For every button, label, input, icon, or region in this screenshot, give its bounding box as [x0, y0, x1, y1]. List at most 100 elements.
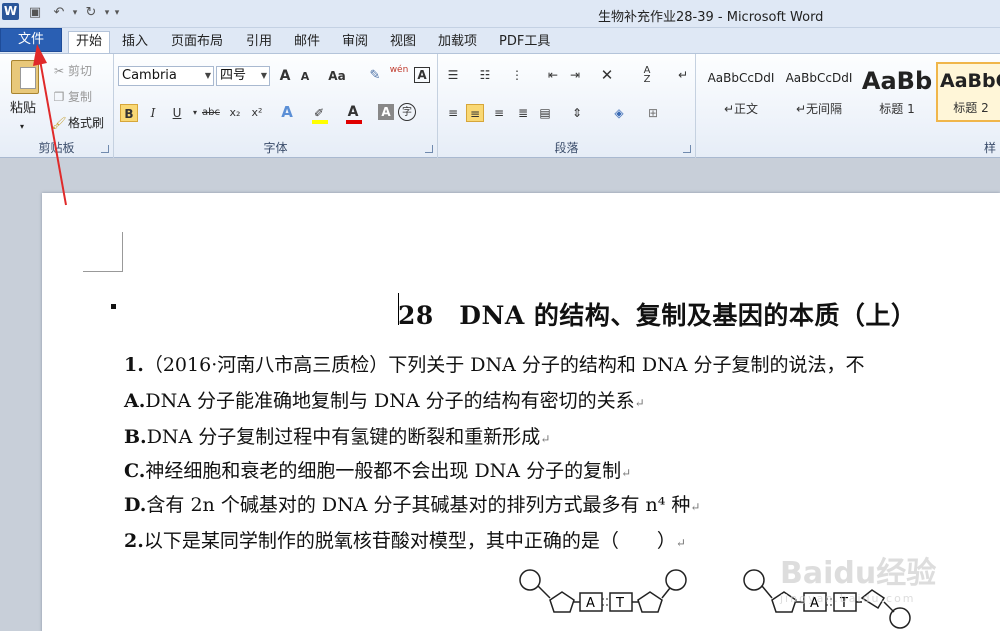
ribbon-tabs: 开始 插入 页面布局 引用 邮件 审阅 视图 加载项 PDF工具 [0, 28, 1000, 53]
option-letter: D. [124, 494, 147, 516]
option-text: 含有 2n 个碱基对的 DNA 分子其碱基对的排列方式最多有 n⁴ 种 [146, 494, 691, 516]
phonetic-guide-icon[interactable]: wén [388, 65, 410, 83]
bold-button[interactable]: B [120, 104, 138, 122]
paste-button[interactable]: 粘贴 ▾ [5, 58, 45, 136]
option-c: C.神经细胞和衰老的细胞一般都不会出现 DNA 分子的复制↵ [124, 456, 631, 483]
ribbon-home: 粘贴 ▾ ✂ 剪切 ❐ 复制 🖌 格式刷 剪贴板 Cambria ▼ 四号 ▼ A … [0, 53, 1000, 158]
customize-toolbar-icon[interactable]: ▾ [108, 4, 126, 22]
paste-label: 粘贴 [10, 101, 37, 116]
style-sample: AaBb [861, 67, 933, 95]
option-b: B.DNA 分子复制过程中有氢键的断裂和重新形成↵ [124, 422, 550, 449]
bullets-icon[interactable]: ☰ [444, 66, 462, 84]
paste-dropdown-icon[interactable]: ▾ [20, 118, 24, 136]
clipboard-icon [11, 60, 39, 94]
chevron-down-icon: ▼ [204, 71, 211, 80]
style-sample: AaBbCcDdI [785, 71, 853, 85]
enclose-char-button[interactable]: 字 [398, 103, 416, 121]
paragraph-mark: ↵ [540, 432, 551, 446]
word-app-icon[interactable]: W [2, 3, 19, 20]
option-letter: C. [124, 460, 146, 482]
clipboard-launcher-icon[interactable] [101, 145, 109, 153]
show-marks-icon[interactable]: ↵ [674, 66, 692, 84]
decrease-indent-icon[interactable]: ⇤ [544, 66, 562, 84]
title-bar: W ▣ ↶ ▾ ↻ ▾ ▾ 生物补充作业28-39 - Microsoft Wo… [0, 0, 1000, 28]
style-sample: AaBbCcDdI [707, 71, 775, 85]
style-normal[interactable]: AaBbCcDdI ↵正文 [702, 62, 780, 122]
style-name: 标题 2 [953, 101, 989, 115]
style-no-spacing[interactable]: AaBbCcDdI ↵无间隔 [780, 62, 858, 122]
tab-file[interactable]: 文件 [0, 28, 62, 52]
paragraph-launcher-icon[interactable] [683, 145, 691, 153]
distributed-icon[interactable]: ▤ [536, 104, 554, 122]
question-2: 2.以下是某同学制作的脱氧核苷酸对模型，其中正确的是（ ）↵ [124, 526, 686, 553]
tab-addins[interactable]: 加载项 [438, 32, 477, 53]
tab-references[interactable]: 引用 [246, 32, 272, 53]
tab-view[interactable]: 视图 [390, 32, 416, 53]
option-letter: A. [124, 390, 146, 412]
font-color-button[interactable]: A [344, 103, 362, 121]
cut-button[interactable]: 剪切 [68, 62, 92, 80]
word-window: W ▣ ↶ ▾ ↻ ▾ ▾ 生物补充作业28-39 - Microsoft Wo… [0, 0, 1000, 631]
shrink-font-icon[interactable]: A [296, 68, 314, 86]
change-case-icon[interactable]: Aa [324, 67, 350, 85]
save-icon[interactable]: ▣ [26, 4, 44, 22]
chevron-down-icon: ▼ [260, 71, 267, 80]
font-size-value: 四号 [220, 68, 247, 83]
heading-bullet-mark [111, 304, 116, 309]
italic-button[interactable]: I [144, 104, 162, 122]
text-effect-icon[interactable]: A [278, 103, 296, 121]
tab-home[interactable]: 开始 [68, 31, 110, 53]
char-shading-button[interactable]: A [378, 104, 394, 120]
styles-group-label: 样 [983, 141, 996, 155]
increase-indent-icon[interactable]: ⇥ [566, 66, 584, 84]
paragraph-group-label: 段落 [554, 141, 579, 155]
watermark: Baidu经验 jingyan.baidu.com [780, 548, 936, 605]
style-name: ↵无间隔 [795, 102, 843, 116]
tab-review[interactable]: 审阅 [342, 32, 368, 53]
highlight-color-bar [312, 120, 328, 124]
style-heading-2[interactable]: AaBbC 标题 2 [936, 62, 1000, 122]
align-right-icon[interactable]: ≡ [490, 104, 508, 122]
tab-mailings[interactable]: 邮件 [294, 32, 320, 53]
group-paragraph: ☰ ☷ ⋮ ⇤ ⇥ ✕ AZ ↵ ≡ ≡ ≡ ≣ ▤ ⇕ ◈ ⊞ 段落 [438, 54, 696, 158]
copy-button[interactable]: 复制 [68, 88, 92, 106]
font-launcher-icon[interactable] [425, 145, 433, 153]
chinese-layout-icon[interactable]: ✕ [598, 66, 616, 84]
clipboard-group-label: 剪贴板 [38, 141, 75, 155]
superscript-button[interactable]: x² [248, 104, 266, 122]
line-spacing-icon[interactable]: ⇕ [568, 104, 586, 122]
justify-icon[interactable]: ≣ [514, 104, 532, 122]
underline-button[interactable]: U [168, 104, 186, 122]
style-sample: AaBbC [940, 70, 1000, 92]
tab-page-layout[interactable]: 页面布局 [171, 32, 223, 53]
font-color-bar [346, 120, 362, 124]
multilevel-list-icon[interactable]: ⋮ [508, 66, 526, 84]
clear-format-icon[interactable]: ✎ [366, 67, 384, 85]
shading-icon[interactable]: ◈ [610, 104, 628, 122]
question-number: 2. [124, 530, 144, 552]
group-font: Cambria ▼ 四号 ▼ A A Aa ✎ wén A B I U ▾ abc … [114, 54, 438, 158]
align-center-icon[interactable]: ≡ [466, 104, 484, 122]
tab-insert[interactable]: 插入 [122, 32, 148, 53]
align-left-icon[interactable]: ≡ [444, 104, 462, 122]
numbering-icon[interactable]: ☷ [476, 66, 494, 84]
base-t-label: T [615, 596, 624, 611]
paragraph-mark: ↵ [634, 396, 645, 410]
borders-icon[interactable]: ⊞ [644, 104, 662, 122]
scissors-icon: ✂ [53, 64, 65, 78]
tab-pdf-tools[interactable]: PDF工具 [499, 32, 550, 53]
char-border-icon[interactable]: A [414, 67, 430, 83]
grow-font-icon[interactable]: A [276, 67, 294, 85]
window-title: 生物补充作业28-39 - Microsoft Word [598, 10, 824, 25]
paragraph-mark: ↵ [690, 500, 701, 514]
subscript-button[interactable]: x₂ [226, 104, 244, 122]
watermark-text: Baidu经验 [780, 556, 937, 591]
style-heading-1[interactable]: AaBb 标题 1 [858, 62, 936, 122]
strikethrough-button[interactable]: abc [200, 104, 222, 122]
font-size-dropdown[interactable]: 四号 ▼ [216, 66, 270, 86]
style-name: ↵正文 [723, 102, 759, 116]
group-clipboard: 粘贴 ▾ ✂ 剪切 ❐ 复制 🖌 格式刷 剪贴板 [0, 54, 114, 158]
format-painter-button[interactable]: 格式刷 [68, 114, 104, 132]
sort-icon[interactable]: AZ [638, 66, 656, 85]
font-name-dropdown[interactable]: Cambria ▼ [118, 66, 214, 86]
